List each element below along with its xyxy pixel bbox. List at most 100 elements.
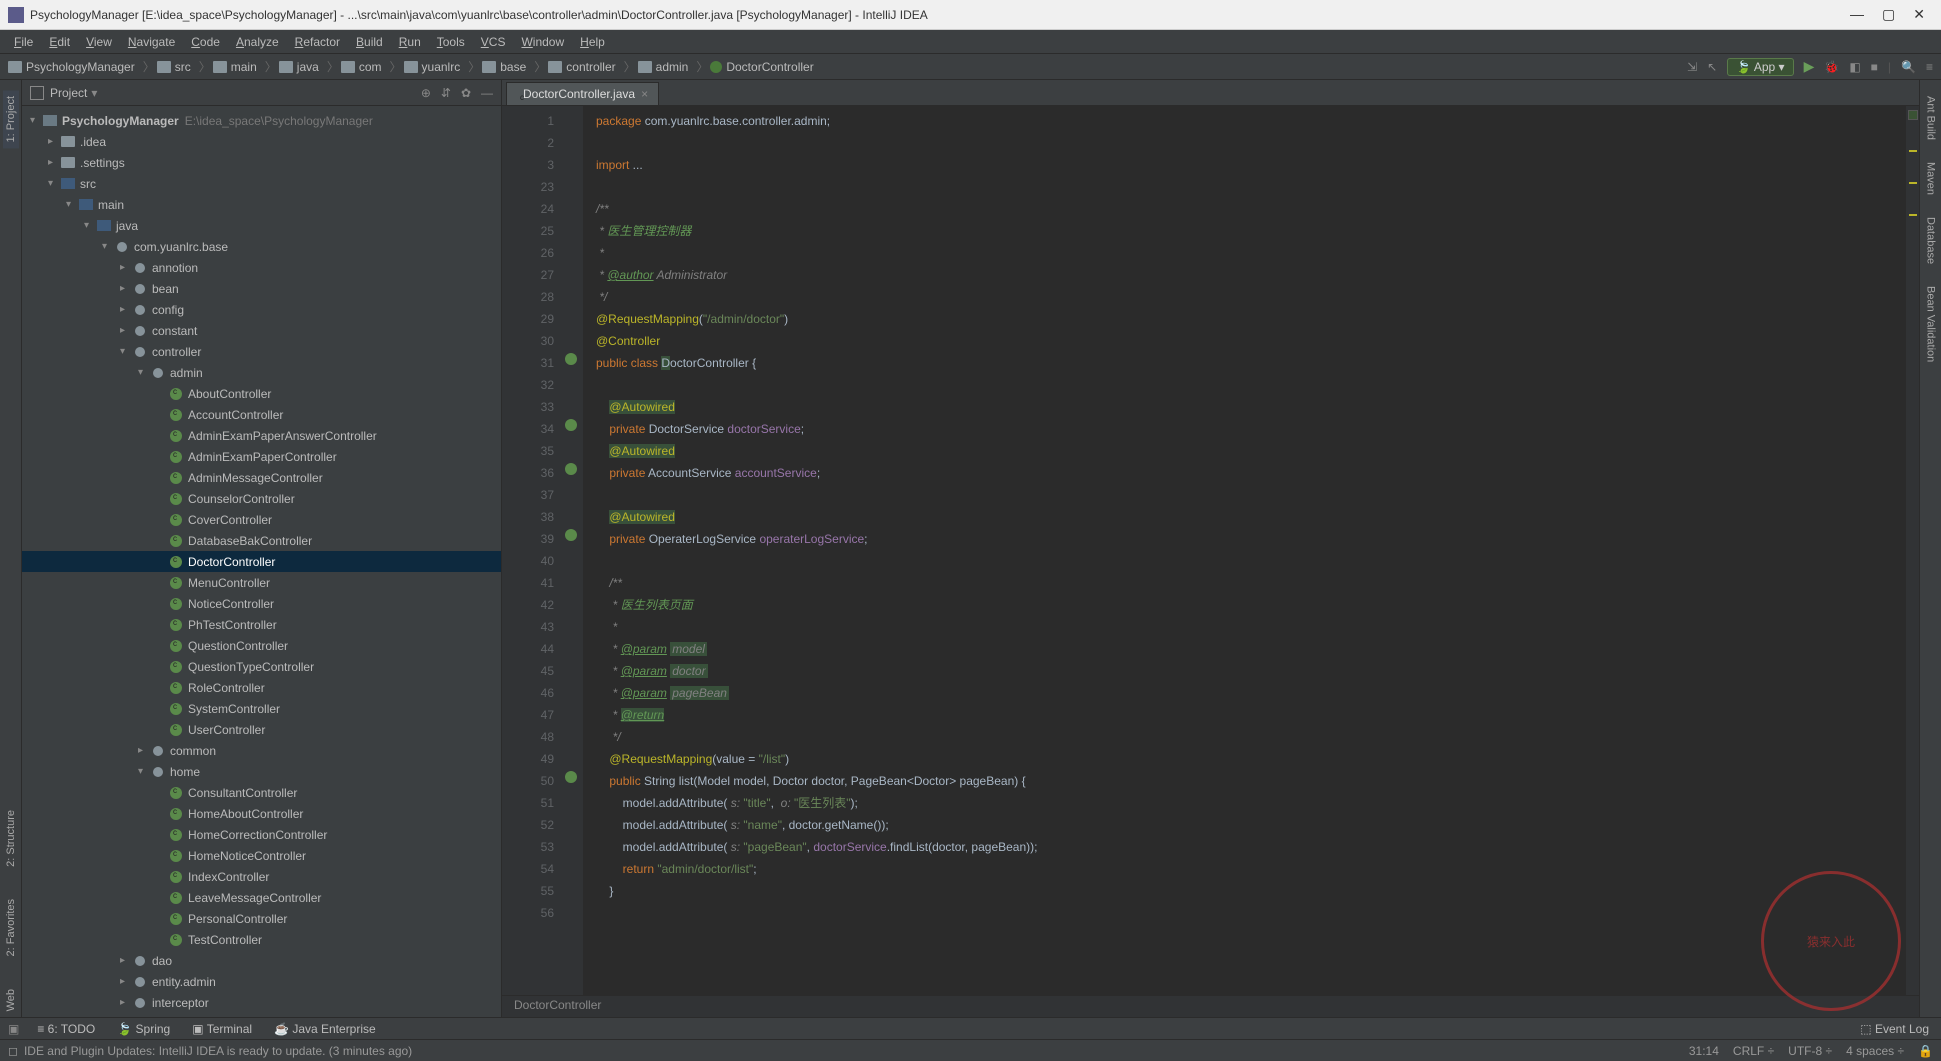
structure-tool-tab[interactable]: 2: Structure (3, 804, 19, 873)
menu-view[interactable]: View (80, 33, 118, 51)
minimize-button[interactable]: — (1850, 6, 1864, 23)
tree-class-item[interactable]: SystemController (22, 698, 501, 719)
tree-class-item[interactable]: TestController (22, 929, 501, 950)
tree-folder-item[interactable]: ▾home (22, 761, 501, 782)
ant-build-tab[interactable]: Ant Build (1923, 90, 1939, 146)
java-ee-tool-tab[interactable]: ☕ Java Enterprise (270, 1020, 380, 1038)
menu-window[interactable]: Window (515, 33, 570, 51)
breadcrumb-item[interactable]: src (157, 60, 191, 74)
tree-folder-item[interactable]: ▾main (22, 194, 501, 215)
breadcrumb-item[interactable]: base (482, 60, 526, 74)
breadcrumb-item[interactable]: controller (548, 60, 615, 74)
tree-class-item[interactable]: IndexController (22, 866, 501, 887)
close-tab-icon[interactable]: × (641, 87, 648, 101)
event-log-tab[interactable]: ⬚ Event Log (1856, 1020, 1933, 1038)
tree-class-item[interactable]: AdminExamPaperController (22, 446, 501, 467)
gutter-icon[interactable] (565, 771, 577, 783)
status-icon[interactable]: ◻ (8, 1044, 18, 1058)
menu-vcs[interactable]: VCS (475, 33, 512, 51)
hide-icon[interactable]: — (481, 86, 493, 100)
breadcrumb-item[interactable]: com (341, 60, 382, 74)
tree-folder-item[interactable]: ▾admin (22, 362, 501, 383)
spring-tool-tab[interactable]: 🍃 Spring (113, 1020, 174, 1038)
tree-class-item[interactable]: PersonalController (22, 908, 501, 929)
maximize-button[interactable]: ▢ (1882, 6, 1895, 23)
favorites-tool-tab[interactable]: 2: Favorites (3, 893, 19, 962)
web-tool-tab[interactable]: Web (3, 983, 19, 1017)
tree-folder-item[interactable]: ▸common (22, 740, 501, 761)
source-code[interactable]: package com.yuanlrc.base.controller.admi… (584, 106, 1905, 995)
menu-edit[interactable]: Edit (43, 33, 76, 51)
tree-class-item[interactable]: DatabaseBakController (22, 530, 501, 551)
tree-class-item[interactable]: ConsultantController (22, 782, 501, 803)
breadcrumb-item[interactable]: yuanlrc (404, 60, 461, 74)
menu-file[interactable]: File (8, 33, 39, 51)
stop-button[interactable]: ■ (1871, 60, 1878, 74)
tree-class-item[interactable]: QuestionTypeController (22, 656, 501, 677)
tree-class-item[interactable]: CounselorController (22, 488, 501, 509)
menu-refactor[interactable]: Refactor (289, 33, 346, 51)
menu-code[interactable]: Code (185, 33, 226, 51)
tree-folder-item[interactable]: ▾com.yuanlrc.base (22, 236, 501, 257)
gutter-icon[interactable] (565, 529, 577, 541)
line-separator[interactable]: CRLF ÷ (1733, 1044, 1774, 1058)
menu-navigate[interactable]: Navigate (122, 33, 181, 51)
tree-class-item[interactable]: PhTestController (22, 614, 501, 635)
warning-mark[interactable] (1909, 214, 1917, 216)
debug-button[interactable]: 🐞 (1824, 60, 1839, 74)
menu-tools[interactable]: Tools (431, 33, 471, 51)
tree-class-item[interactable]: UserController (22, 719, 501, 740)
tree-class-item[interactable]: LeaveMessageController (22, 887, 501, 908)
database-tab[interactable]: Database (1923, 211, 1939, 270)
tree-class-item[interactable]: QuestionController (22, 635, 501, 656)
tree-folder-item[interactable]: ▾java (22, 215, 501, 236)
editor-breadcrumb[interactable]: DoctorController (502, 995, 1919, 1017)
indent-setting[interactable]: 4 spaces ÷ (1846, 1044, 1904, 1058)
ide-settings-icon[interactable]: ≡ (1926, 60, 1933, 74)
tree-class-item[interactable]: DoctorController (22, 551, 501, 572)
terminal-tool-tab[interactable]: ▣ Terminal (188, 1020, 256, 1038)
tree-folder-item[interactable]: ▾controller (22, 341, 501, 362)
tree-folder-item[interactable]: ▸annotion (22, 257, 501, 278)
tree-folder-item[interactable]: ▸.idea (22, 131, 501, 152)
menu-build[interactable]: Build (350, 33, 389, 51)
warning-mark[interactable] (1909, 150, 1917, 152)
settings-icon[interactable]: ✿ (461, 86, 471, 100)
menu-run[interactable]: Run (393, 33, 427, 51)
tree-root[interactable]: ▾PsychologyManagerE:\idea_space\Psycholo… (22, 110, 501, 131)
maven-tab[interactable]: Maven (1923, 156, 1939, 201)
error-stripe[interactable] (1905, 106, 1919, 995)
search-everywhere-icon[interactable]: 🔍 (1901, 60, 1916, 74)
tree-folder-item[interactable]: ▸dao (22, 950, 501, 971)
tree-folder-item[interactable]: ▸constant (22, 320, 501, 341)
tree-class-item[interactable]: NoticeController (22, 593, 501, 614)
caret-position[interactable]: 31:14 (1689, 1044, 1719, 1058)
tree-class-item[interactable]: HomeNoticeController (22, 845, 501, 866)
project-tree[interactable]: ▾PsychologyManagerE:\idea_space\Psycholo… (22, 106, 501, 1017)
tree-folder-item[interactable]: ▾src (22, 173, 501, 194)
tree-class-item[interactable]: AdminExamPaperAnswerController (22, 425, 501, 446)
run-coverage-button[interactable]: ◧ (1849, 60, 1860, 74)
tree-folder-item[interactable]: ▸entity.admin (22, 971, 501, 992)
run-config-selector[interactable]: 🍃 App ▾ (1727, 58, 1793, 76)
close-button[interactable]: ✕ (1913, 6, 1925, 23)
file-encoding[interactable]: UTF-8 ÷ (1788, 1044, 1832, 1058)
breadcrumb-item[interactable]: main (213, 60, 257, 74)
breadcrumb-item[interactable]: java (279, 60, 319, 74)
tree-folder-item[interactable]: ▸interceptor (22, 992, 501, 1013)
inspection-indicator[interactable] (1908, 110, 1918, 120)
tree-class-item[interactable]: HomeCorrectionController (22, 824, 501, 845)
todo-tool-tab[interactable]: ≡ 6: TODO (33, 1020, 99, 1038)
bean-validation-tab[interactable]: Bean Validation (1923, 280, 1939, 368)
tree-class-item[interactable]: RoleController (22, 677, 501, 698)
menu-help[interactable]: Help (574, 33, 611, 51)
tree-class-item[interactable]: AdminMessageController (22, 467, 501, 488)
warning-mark[interactable] (1909, 182, 1917, 184)
gutter-icon[interactable] (565, 419, 577, 431)
tree-class-item[interactable]: HomeAboutController (22, 803, 501, 824)
nav-tool-icon[interactable]: ↖ (1707, 60, 1717, 74)
gutter-icon[interactable] (565, 353, 577, 365)
menu-analyze[interactable]: Analyze (230, 33, 285, 51)
select-opened-icon[interactable]: ⊕ (421, 86, 431, 100)
readonly-lock-icon[interactable]: 🔒 (1918, 1044, 1933, 1058)
